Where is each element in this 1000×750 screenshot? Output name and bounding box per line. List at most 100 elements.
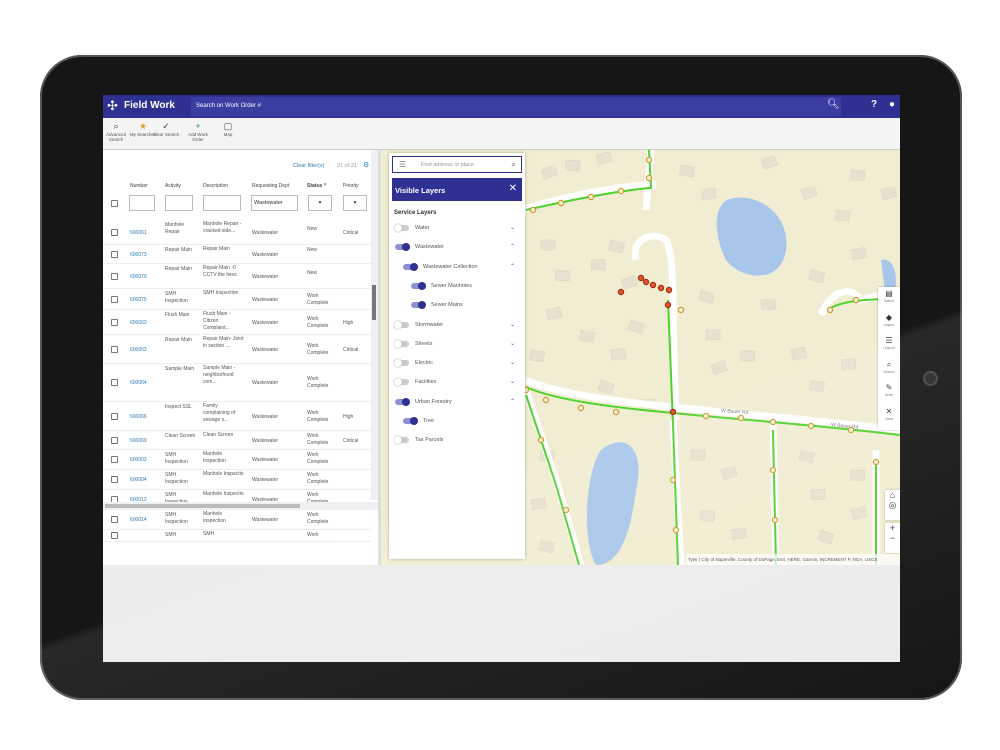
table-row[interactable]: 600014 SMH Inspection Manhole Inspection… [103,510,371,530]
work-order-number-link[interactable]: 600063 [130,347,147,354]
table-row[interactable]: 600003 SMH Inspection Manhole Inspection… [103,450,371,470]
row-checkbox[interactable] [111,436,118,444]
layer-toggle[interactable] [411,281,426,290]
manhole-marker[interactable] [826,306,834,314]
table-row[interactable]: 600079 Repair Main Repair Main -0 CCTV t… [103,264,371,289]
map-tool-select[interactable]: ▤ Select [878,289,900,303]
table-row[interactable]: 600069 Clean Screen Clean Screen Wastewa… [103,431,371,450]
select-all-checkbox[interactable] [111,200,118,207]
chevron-down-icon[interactable]: ⌄ [510,340,515,347]
work-order-number-link[interactable]: 600075 [130,297,147,304]
activity-filter[interactable] [165,195,193,211]
map-view[interactable]: W Bauer Rd W Bauer Rd ☰ Find address or p… [381,150,900,565]
clear-search-button[interactable]: ✓ Clear Search [152,121,180,137]
manhole-marker[interactable] [669,476,677,484]
table-row[interactable]: 600063 Repair Main Repair Main- Joint in… [103,335,371,364]
row-checkbox[interactable] [111,516,118,523]
row-checkbox[interactable] [111,345,118,353]
menu-icon[interactable]: ☰ [399,160,406,169]
table-row[interactable]: 600061 Manhole Repair Manhole Repair - c… [103,220,371,245]
zoom-out-button[interactable]: − [885,533,900,543]
layer-toggle[interactable] [395,397,410,406]
map-button[interactable]: ▢ Map [214,121,242,137]
table-row[interactable]: 600066 Inspect SSL Family complaining of… [103,402,371,431]
column-number[interactable]: Number [130,183,148,189]
clear-filters-link[interactable]: Clear filter(s) [293,163,324,169]
manhole-marker[interactable] [642,278,650,286]
layer-toggle[interactable] [394,359,409,368]
work-order-number-link[interactable]: 600064 [130,380,147,387]
chevron-up-icon[interactable]: ⌃ [510,398,515,405]
scroll-thumb[interactable] [105,504,300,508]
manhole-marker[interactable] [769,466,777,474]
description-filter[interactable] [203,195,241,211]
address-search-input[interactable]: ☰ Find address or place ⌕ [392,156,522,173]
work-order-search-input[interactable]: Search on Work Order # [191,97,841,116]
manhole-marker[interactable] [612,408,620,416]
chevron-up-icon[interactable]: ⌃ [510,243,515,250]
manhole-marker[interactable] [807,422,815,430]
settings-icon[interactable]: ⚙ [363,161,369,169]
work-order-number-link[interactable]: 600004 [130,477,147,484]
manhole-marker[interactable] [637,274,645,282]
row-checkbox[interactable] [111,250,118,258]
column-priority[interactable]: Priority [343,183,359,189]
column-status[interactable]: Status ^ [307,183,327,189]
chevron-down-icon[interactable]: ⌄ [510,321,515,328]
row-checkbox[interactable] [111,379,118,386]
layer-toggle[interactable] [394,339,409,348]
work-order-number-link[interactable]: 600066 [130,414,147,421]
manhole-marker[interactable] [872,458,880,466]
layer-toggle[interactable] [395,243,410,252]
layer-toggle[interactable] [394,378,409,387]
manhole-marker[interactable] [645,156,653,164]
add-work-order-button[interactable]: + Add Work Order [184,121,212,142]
requesting-dept-filter[interactable]: Wastewater [251,195,298,211]
work-order-number-link[interactable]: 600079 [130,274,147,281]
row-checkbox[interactable] [111,412,118,420]
row-checkbox[interactable] [111,456,118,463]
layer-toggle[interactable] [394,224,409,232]
column-activity[interactable]: Activity [165,183,181,189]
chevron-up-icon[interactable]: ⌃ [510,263,515,270]
map-tool-search[interactable]: ⌕ Search [878,360,900,374]
chevron-down-icon[interactable]: ⌄ [510,359,515,366]
layer-toggle[interactable] [403,417,418,425]
manhole-marker[interactable] [617,187,625,195]
user-icon[interactable]: ● [889,99,895,110]
map-tool-draw[interactable]: ✎ Draw [878,383,900,397]
table-row[interactable]: 600062 Flush Main Flush Main - Citizen C… [103,310,371,335]
table-row[interactable]: 600004 SMH Inspection Manhole Inspectio … [103,470,371,490]
locate-icon[interactable]: ◎ [885,500,900,511]
manhole-marker[interactable] [664,301,672,309]
table-row[interactable]: 600073 Repair Main Repair Main Wastewate… [103,245,371,264]
manhole-marker[interactable] [672,526,680,534]
search-icon[interactable]: 🔍︎ [827,99,840,110]
map-tool-clear[interactable]: ✕ Clear [878,407,900,421]
list-horizontal-scrollbar[interactable] [103,502,378,510]
layer-toggle[interactable] [394,436,409,445]
manhole-marker[interactable] [665,286,673,294]
layer-toggle[interactable] [403,262,418,271]
column-requesting-dept[interactable]: Requesting Dept [252,183,289,189]
row-checkbox[interactable] [111,318,118,326]
row-checkbox[interactable] [111,476,118,483]
advanced-search-button[interactable]: ⌕ Advanced Search [103,121,130,142]
work-order-number-link[interactable]: 600061 [130,230,147,237]
help-icon[interactable]: ? [871,99,877,110]
work-order-number-link[interactable]: 600069 [130,438,147,445]
manhole-marker[interactable] [537,436,545,444]
manhole-marker[interactable] [852,296,860,304]
layer-toggle[interactable] [394,320,409,329]
manhole-marker[interactable] [617,288,625,296]
map-tool-legend[interactable]: ☰ Legend [878,336,900,350]
home-icon[interactable]: ⌂ [885,490,900,500]
manhole-marker[interactable] [769,418,777,426]
row-checkbox[interactable] [111,228,118,236]
table-row[interactable]: SMH SMH Work [103,530,371,542]
scroll-thumb[interactable] [372,285,376,320]
row-checkbox[interactable] [111,295,118,303]
manhole-marker[interactable] [587,193,595,201]
manhole-marker[interactable] [702,412,710,420]
work-order-number-link[interactable]: 600062 [130,320,147,327]
